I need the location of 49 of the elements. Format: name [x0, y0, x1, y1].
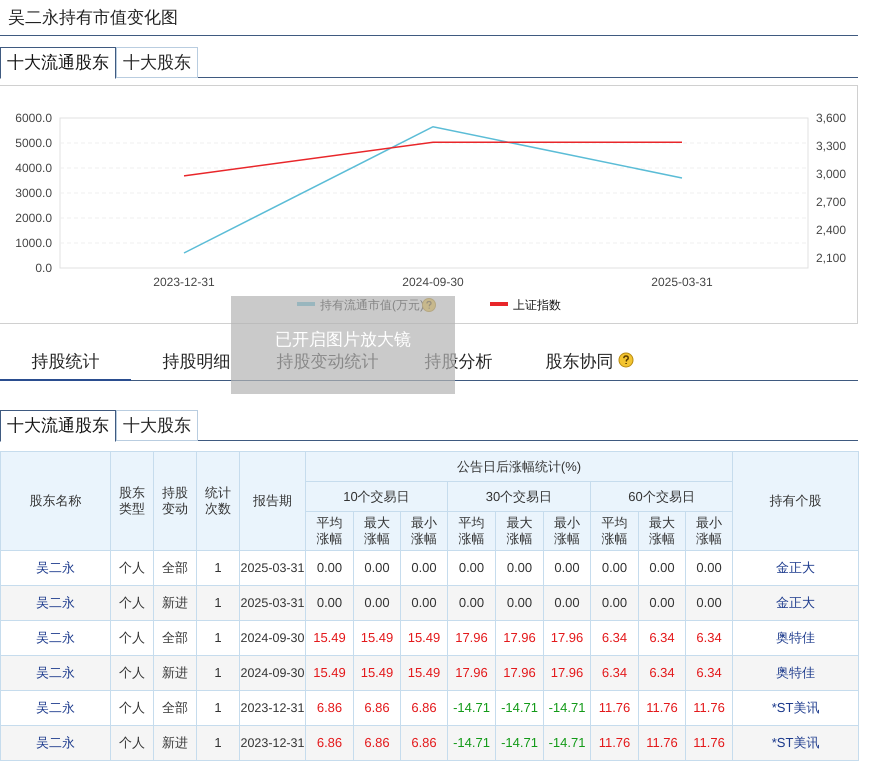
x-axis-label: 2023-12-31	[153, 275, 215, 289]
column-header: 平均涨幅	[601, 515, 628, 547]
y-axis-label: 0.0	[35, 261, 52, 275]
table-cell: 6.86	[306, 726, 354, 760]
table-cell: -14.71	[448, 726, 496, 760]
table-cell: 6.86	[354, 726, 400, 760]
y-axis-label: 2000.0	[15, 211, 52, 225]
table-cell: 个人	[110, 726, 154, 760]
section-title: 吴二永持有市值变化图	[8, 6, 178, 29]
column-header: 公告日后涨幅统计(%)	[306, 452, 733, 482]
y-axis-label: 2,400	[816, 223, 846, 237]
column-header: 持股变动	[162, 485, 188, 517]
column-header: 股东名称	[0, 452, 110, 550]
column-header: 最小涨幅	[410, 515, 438, 547]
y-axis-label: 4000.0	[15, 161, 52, 175]
column-header: 最大涨幅	[364, 515, 390, 547]
y-axis-label: 2,700	[816, 195, 846, 209]
column-header: 报告期	[240, 452, 306, 550]
y-axis-label: 6000.0	[15, 111, 52, 125]
y-axis-label: 1000.0	[15, 236, 52, 250]
table-cell: 11.76	[638, 726, 686, 760]
column-header: 10个交易日	[306, 482, 448, 512]
y-axis-label: 3,300	[816, 139, 846, 153]
column-header: 最大涨幅	[506, 515, 533, 547]
table-cell: 1	[196, 726, 240, 760]
x-axis-label: 2024-09-30	[402, 275, 464, 289]
column-header: 30个交易日	[448, 482, 590, 512]
table-cell: 新进	[154, 726, 196, 760]
column-header: 60个交易日	[590, 482, 733, 512]
x-axis-label: 2025-03-31	[651, 275, 713, 289]
y-axis-label: 3,600	[816, 111, 846, 125]
y-axis-label: 5000.0	[15, 136, 52, 150]
column-header: 股东类型	[118, 485, 146, 517]
column-header: 最小涨幅	[554, 515, 580, 547]
table-cell: 6.86	[400, 726, 448, 760]
table-cell: 11.76	[590, 726, 638, 760]
table-cell: -14.71	[544, 726, 590, 760]
y-axis-label: 2,100	[816, 251, 846, 265]
column-header: 最大涨幅	[648, 515, 676, 547]
table-cell: 2023-12-31	[240, 726, 306, 760]
column-header: 持有个股	[732, 452, 859, 550]
column-header: 平均涨幅	[458, 515, 485, 547]
table-cell: -14.71	[496, 726, 544, 760]
y-axis-label: 3,000	[816, 167, 846, 181]
column-header: 统计次数	[204, 485, 232, 517]
table-cell: 11.76	[686, 726, 733, 760]
y-axis-label: 3000.0	[15, 186, 52, 200]
column-header: 最小涨幅	[696, 515, 723, 547]
column-header: 平均涨幅	[316, 515, 343, 547]
